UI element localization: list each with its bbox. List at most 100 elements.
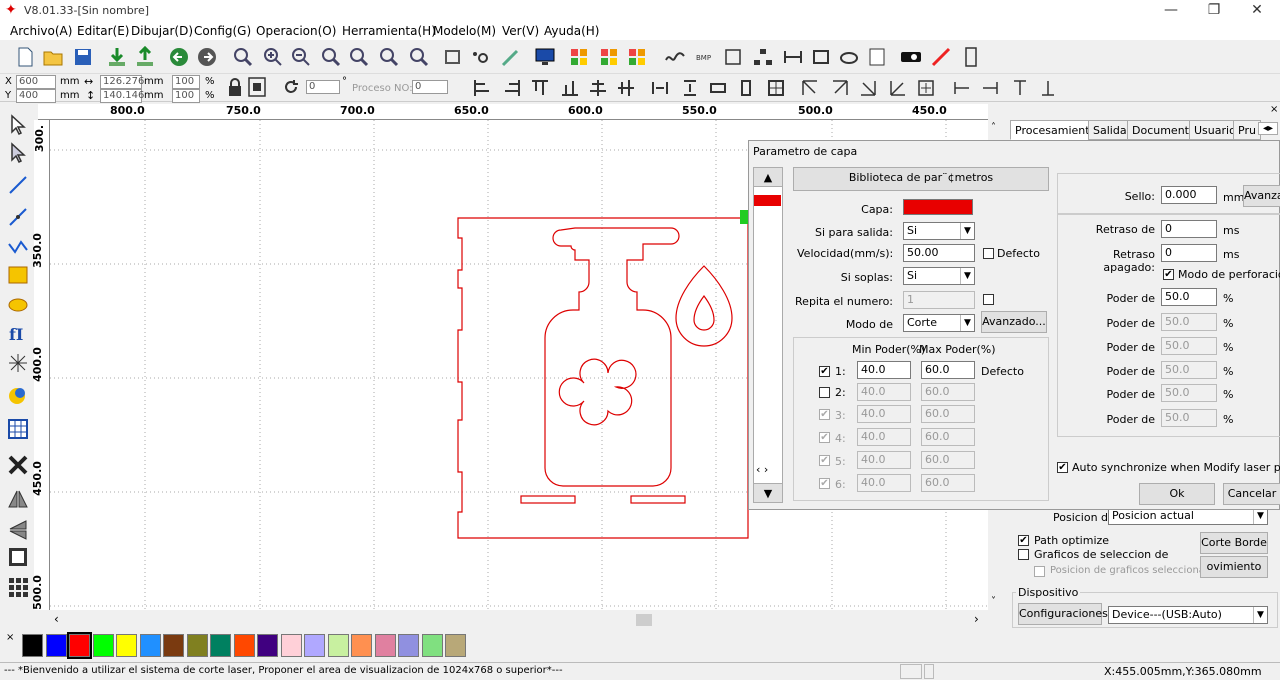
palette-swatch[interactable]: [45, 634, 67, 657]
ok-button[interactable]: Ok: [1139, 483, 1215, 505]
cut-board-icon[interactable]: [7, 546, 29, 568]
sello-input[interactable]: 0.000: [1161, 186, 1217, 204]
mirror-h-icon[interactable]: [7, 488, 29, 510]
edge-bottom-icon[interactable]: [1038, 78, 1058, 98]
proceso-input[interactable]: 0: [412, 80, 448, 94]
menu-operacion[interactable]: Operacion(O): [256, 24, 336, 38]
layer-scroll-arrows-icon[interactable]: ‹ ›: [756, 463, 768, 476]
mirror-v-icon[interactable]: [7, 518, 29, 540]
zoom-window-icon[interactable]: [320, 46, 342, 68]
scroll-thumb[interactable]: [636, 614, 652, 626]
horizontal-scrollbar[interactable]: ‹ ›: [50, 612, 988, 628]
layer-down-button[interactable]: ▼: [753, 483, 783, 503]
text-tool-icon[interactable]: fI: [7, 322, 29, 344]
align-vcenter-icon[interactable]: [616, 78, 636, 98]
measure-h-icon[interactable]: [782, 46, 804, 68]
power-row-3-max[interactable]: 60.0: [921, 405, 975, 423]
move-bottomleft-icon[interactable]: [888, 78, 908, 98]
redo-icon[interactable]: [196, 46, 218, 68]
modo-perforacion-checkbox[interactable]: ✔: [1163, 269, 1174, 280]
cancel-button[interactable]: Cancelar: [1223, 483, 1280, 505]
bitmap-tool-icon[interactable]: [7, 384, 29, 406]
menu-modelo[interactable]: Modelo(M): [433, 24, 496, 38]
scroll-up-arrow-icon[interactable]: ˄: [991, 122, 996, 133]
power-row-4-checkbox[interactable]: ✔: [819, 432, 830, 443]
palette-swatch[interactable]: [163, 634, 184, 657]
power-row-3-min[interactable]: 40.0: [857, 405, 911, 423]
laser-device-icon[interactable]: [900, 46, 922, 68]
document-icon[interactable]: [866, 46, 888, 68]
rotation-input[interactable]: 0: [306, 80, 340, 94]
grid-array-icon[interactable]: [7, 418, 29, 440]
zoom-select-icon[interactable]: [408, 46, 430, 68]
movimiento-borde-button[interactable]: ovimiento Bord: [1200, 556, 1268, 578]
auto-sync-checkbox[interactable]: ✔: [1057, 462, 1068, 473]
menu-editar[interactable]: Editar(E): [77, 24, 129, 38]
save-icon[interactable]: [72, 46, 94, 68]
power-row-4-min[interactable]: 40.0: [857, 428, 911, 446]
palette-swatch[interactable]: [139, 634, 161, 657]
line-icon[interactable]: [7, 174, 29, 196]
retraso-input[interactable]: 0: [1161, 220, 1217, 238]
power-row-1-min[interactable]: 40.0: [857, 361, 911, 379]
bmp-icon[interactable]: BMP: [694, 46, 716, 68]
palette-swatch[interactable]: [351, 634, 372, 657]
menu-ver[interactable]: Ver(V): [502, 24, 539, 38]
palette-swatch[interactable]: [233, 634, 255, 657]
delete-icon[interactable]: [7, 454, 29, 476]
power-row-6-checkbox[interactable]: ✔: [819, 478, 830, 489]
power-row-5-min[interactable]: 40.0: [857, 451, 911, 469]
polyline-icon[interactable]: [7, 206, 29, 228]
pen-icon[interactable]: [500, 46, 522, 68]
path-optimize-checkbox[interactable]: ✔: [1018, 535, 1029, 546]
align-bottom-icon[interactable]: [560, 78, 580, 98]
zoom-page-icon[interactable]: [378, 46, 400, 68]
zoom-plus-icon[interactable]: [262, 46, 284, 68]
poder-2-input[interactable]: 50.0: [1161, 313, 1217, 331]
measure-box-icon[interactable]: [810, 46, 832, 68]
curve-tool-icon[interactable]: [7, 236, 29, 258]
distribute-h-icon[interactable]: [650, 78, 670, 98]
zoom-all-icon[interactable]: [348, 46, 370, 68]
minimize-button[interactable]: —: [1150, 0, 1192, 22]
rectangle-select-icon[interactable]: [442, 46, 464, 68]
array-icon-2[interactable]: [598, 46, 620, 68]
height-input[interactable]: 140.146: [100, 89, 144, 103]
power-row-5-checkbox[interactable]: ✔: [819, 455, 830, 466]
rotate-icon[interactable]: [282, 78, 300, 96]
poder-1-input[interactable]: 50.0: [1161, 288, 1217, 306]
align-right-icon[interactable]: [502, 78, 522, 98]
palette-swatch[interactable]: [398, 634, 419, 657]
poder-4-input[interactable]: 50.0: [1161, 361, 1217, 379]
align-hcenter-icon[interactable]: [588, 78, 608, 98]
library-button[interactable]: Biblioteca de par¨¢metros: [793, 167, 1049, 191]
monitor-icon[interactable]: [534, 46, 556, 68]
palette-swatch[interactable]: [186, 634, 208, 657]
frame-icon[interactable]: [722, 46, 744, 68]
soplas-select[interactable]: Si ▼: [903, 267, 975, 285]
move-topright-icon[interactable]: [830, 78, 850, 98]
layer-up-button[interactable]: ▲: [753, 167, 783, 187]
move-center-icon[interactable]: [916, 78, 936, 98]
corte-borde-button[interactable]: Corte Borde: [1200, 532, 1268, 554]
repita-checkbox[interactable]: [983, 294, 994, 305]
palette-swatch[interactable]: [257, 634, 278, 657]
power-row-2-checkbox[interactable]: [819, 387, 830, 398]
poder-6-input[interactable]: 50.0: [1161, 409, 1217, 427]
poder-3-input[interactable]: 50.0: [1161, 337, 1217, 355]
tree-icon[interactable]: [752, 46, 774, 68]
select-arrow-icon[interactable]: [7, 114, 29, 136]
power-row-2-max[interactable]: 60.0: [921, 383, 975, 401]
align-top-icon[interactable]: [530, 78, 550, 98]
palette-swatch[interactable]: [421, 634, 443, 657]
posicion-graficos-checkbox[interactable]: [1034, 566, 1045, 577]
align-left-icon[interactable]: [472, 78, 492, 98]
ellipse-tool-icon[interactable]: [7, 294, 29, 316]
scale-w-input[interactable]: 100: [172, 75, 200, 89]
power-row-1-max[interactable]: 60.0: [921, 361, 975, 379]
node-edit-icon[interactable]: [470, 46, 492, 68]
configuraciones-button[interactable]: Configuraciones: [1018, 603, 1108, 625]
same-width-icon[interactable]: [708, 78, 728, 98]
repita-input[interactable]: 1: [903, 291, 975, 309]
scale-h-input[interactable]: 100: [172, 89, 200, 103]
